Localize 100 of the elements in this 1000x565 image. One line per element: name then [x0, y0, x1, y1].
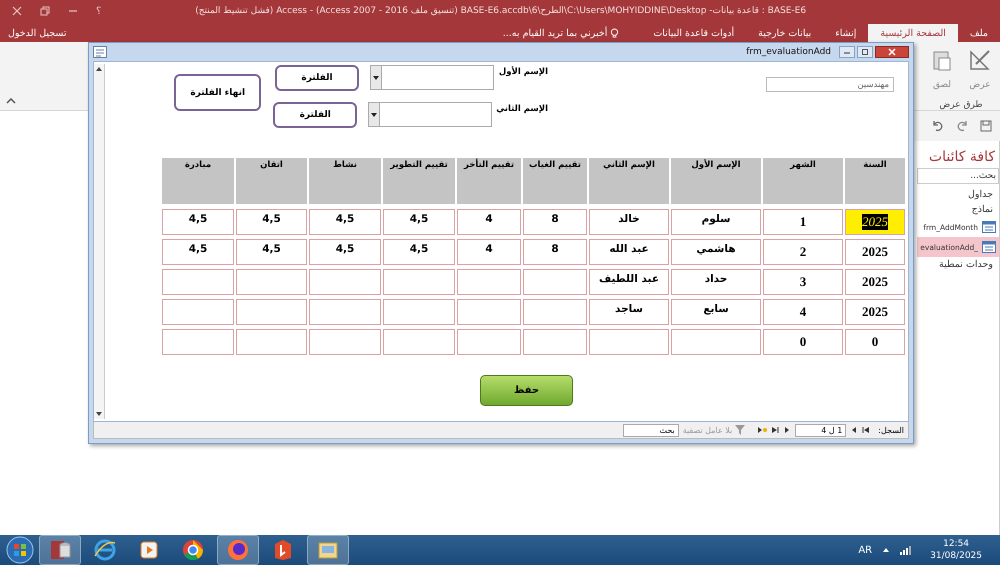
- table-cell[interactable]: هاشمي: [671, 239, 761, 265]
- table-cell[interactable]: 4: [763, 299, 843, 325]
- table-cell[interactable]: 2025: [845, 239, 905, 265]
- table-cell[interactable]: [162, 299, 234, 325]
- table-cell[interactable]: [236, 269, 307, 295]
- table-cell[interactable]: [309, 329, 381, 355]
- table-cell[interactable]: [383, 269, 455, 295]
- language-indicator[interactable]: AR: [858, 544, 872, 556]
- table-cell[interactable]: [236, 329, 307, 355]
- nav-group-header[interactable]: نماذج: [917, 202, 999, 217]
- table-cell[interactable]: 4,5: [162, 209, 234, 235]
- table-cell[interactable]: [523, 269, 587, 295]
- table-cell[interactable]: خالد: [589, 209, 669, 235]
- table-cell[interactable]: 4: [457, 239, 521, 265]
- table-cell[interactable]: [309, 299, 381, 325]
- table-cell[interactable]: [457, 329, 521, 355]
- first-record-icon[interactable]: [862, 426, 870, 434]
- table-cell[interactable]: سلوم: [671, 209, 761, 235]
- table-cell[interactable]: 2025: [845, 299, 905, 325]
- ribbon-tab[interactable]: ملف: [958, 24, 1000, 42]
- form-icon: [93, 46, 107, 58]
- undo-icon[interactable]: [932, 120, 944, 132]
- table-cell[interactable]: 3: [763, 269, 843, 295]
- column-header: الإسم الأول: [671, 158, 761, 204]
- last-record-icon[interactable]: [771, 426, 780, 434]
- table-cell[interactable]: [523, 329, 587, 355]
- start-icon[interactable]: [5, 535, 35, 565]
- sign-in-link[interactable]: تسجيل الدخول: [0, 24, 67, 42]
- restore-icon[interactable]: [40, 6, 50, 16]
- search-field[interactable]: بحث...: [917, 168, 999, 184]
- dropdown-icon[interactable]: [369, 103, 380, 126]
- close-icon[interactable]: [875, 46, 909, 58]
- ribbon-tab[interactable]: بيانات خارجية: [746, 24, 824, 42]
- table-cell[interactable]: [523, 299, 587, 325]
- table-cell[interactable]: 2025: [845, 209, 905, 235]
- table-cell[interactable]: 2: [763, 239, 843, 265]
- previous-record-icon[interactable]: [850, 426, 858, 434]
- table-cell[interactable]: [457, 269, 521, 295]
- scroll-up-icon[interactable]: [95, 66, 103, 72]
- nav-group-header[interactable]: وحدات نمطية: [917, 257, 999, 272]
- ribbon-tab[interactable]: أدوات قاعدة البيانات: [641, 24, 746, 42]
- ribbon-tab[interactable]: إنشاء: [823, 24, 868, 42]
- table-cell[interactable]: 4: [457, 209, 521, 235]
- column-header: الإسم الثاني: [589, 158, 669, 204]
- table-cell[interactable]: سابع: [671, 299, 761, 325]
- filter-button[interactable]: الفلترة: [275, 65, 359, 91]
- nav-pane-title[interactable]: كافة كائنات: [917, 149, 999, 165]
- record-position-field[interactable]: 1 ل 4: [795, 424, 846, 436]
- tell-me-field[interactable]: أخبرني بما تريد القيام به...: [502, 24, 620, 42]
- table-cell[interactable]: [162, 329, 234, 355]
- table-cell[interactable]: 4,5: [383, 239, 455, 265]
- table-cell[interactable]: 4,5: [309, 209, 381, 235]
- table-cell[interactable]: 4,5: [162, 239, 234, 265]
- filter-button[interactable]: الفلترة: [273, 102, 358, 128]
- form-title: frm_evaluationAdd: [746, 47, 831, 57]
- save-button[interactable]: حفظ: [480, 375, 573, 406]
- end-filter-button[interactable]: انهاء الفلترة: [174, 74, 262, 111]
- table-cell[interactable]: [162, 269, 234, 295]
- form-icon: [982, 241, 996, 253]
- table-cell[interactable]: 8: [523, 209, 587, 235]
- redo-icon[interactable]: [956, 120, 968, 132]
- table-cell[interactable]: [457, 299, 521, 325]
- minimize-icon[interactable]: [839, 46, 855, 58]
- next-record-icon[interactable]: [783, 426, 792, 434]
- firefox-icon[interactable]: [217, 535, 259, 565]
- collapse-ribbon-icon[interactable]: [6, 98, 16, 104]
- table-cell[interactable]: [383, 329, 455, 355]
- show-hidden-icon[interactable]: [882, 547, 890, 553]
- table-cell[interactable]: عبد الله: [589, 239, 669, 265]
- table-cell[interactable]: 1: [763, 209, 843, 235]
- table-cell[interactable]: [236, 299, 307, 325]
- ribbon-tab[interactable]: الصفحة الرئيسية: [868, 24, 958, 42]
- category-field[interactable]: مهندسين: [766, 77, 894, 92]
- table-cell[interactable]: ساجد: [589, 299, 669, 325]
- nav-group-header[interactable]: جداول: [917, 187, 999, 202]
- table-cell[interactable]: 4,5: [383, 209, 455, 235]
- table-cell[interactable]: 0: [763, 329, 843, 355]
- access-app-icon[interactable]: [39, 535, 81, 565]
- save-icon[interactable]: [980, 120, 992, 132]
- table-cell[interactable]: 2025: [845, 269, 905, 295]
- search-field[interactable]: بحث: [622, 424, 679, 436]
- vertical-scrollbar[interactable]: [94, 64, 105, 419]
- table-cell[interactable]: 4,5: [309, 239, 381, 265]
- table-cell[interactable]: حداد: [671, 269, 761, 295]
- table-cell[interactable]: عبد اللطيف: [589, 269, 669, 295]
- help-button[interactable]: ؟: [96, 6, 102, 16]
- table-cell[interactable]: 8: [523, 239, 587, 265]
- scroll-down-icon[interactable]: [95, 411, 103, 417]
- table-cell[interactable]: [589, 329, 669, 355]
- table-cell[interactable]: 4,5: [236, 209, 307, 235]
- table-cell[interactable]: [309, 269, 381, 295]
- table-cell[interactable]: 4,5: [236, 239, 307, 265]
- table-cell[interactable]: [383, 299, 455, 325]
- folder-icon[interactable]: [307, 535, 349, 565]
- maximize-icon[interactable]: [857, 46, 873, 58]
- new-record-icon[interactable]: [757, 426, 768, 434]
- table-cell[interactable]: 0: [845, 329, 905, 355]
- signal-bars-icon[interactable]: [900, 545, 912, 555]
- table-cell[interactable]: [671, 329, 761, 355]
- dropdown-icon[interactable]: [371, 66, 382, 89]
